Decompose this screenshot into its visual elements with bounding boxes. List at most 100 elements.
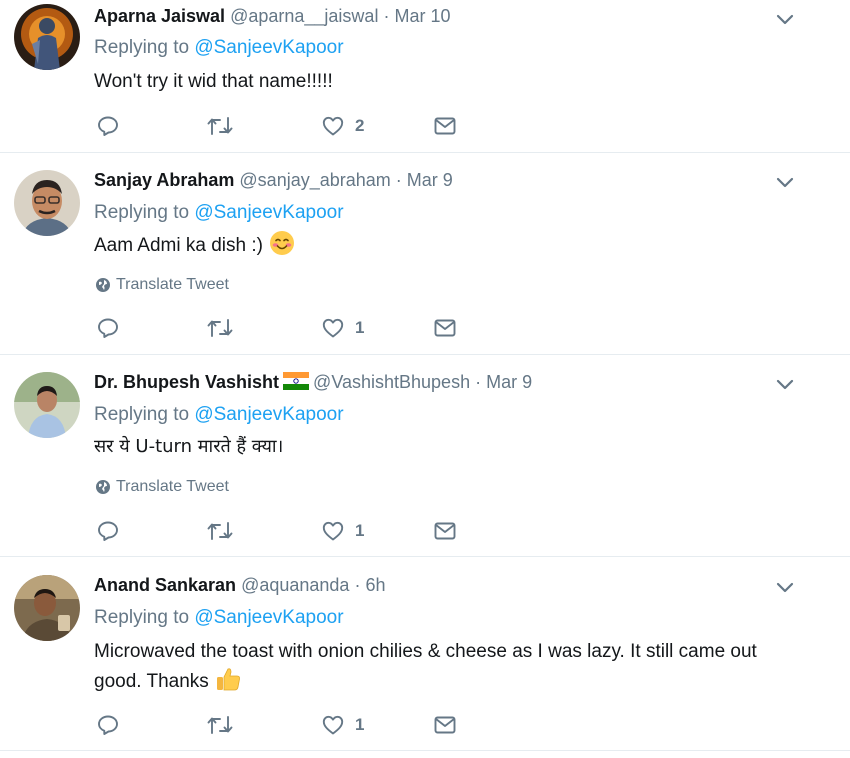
reply-button[interactable] bbox=[96, 314, 120, 342]
like-count: 2 bbox=[355, 116, 365, 135]
reply-icon bbox=[98, 318, 118, 338]
like-button[interactable]: 1 bbox=[321, 711, 364, 739]
separator-dot: · bbox=[354, 575, 361, 595]
timestamp[interactable]: Mar 9 bbox=[486, 372, 532, 392]
author-name[interactable]: Anand Sankaran bbox=[94, 575, 236, 595]
heart-icon bbox=[322, 318, 344, 338]
avatar[interactable] bbox=[14, 372, 80, 438]
tweet-actions: 1 bbox=[96, 314, 496, 342]
retweet-button[interactable] bbox=[206, 711, 234, 739]
envelope-icon bbox=[434, 319, 456, 337]
like-count: 1 bbox=[355, 521, 365, 540]
tweet-text: सर ये U-turn मारते हैं क्या। bbox=[94, 436, 284, 457]
avatar-deity-icon bbox=[14, 4, 80, 70]
tweet[interactable]: Anand Sankaran @aquananda · 6h Replying … bbox=[0, 557, 850, 751]
reply-icon bbox=[98, 116, 118, 136]
like-count: 1 bbox=[355, 318, 365, 337]
replying-to: Replying to @SanjeevKapoor bbox=[94, 604, 344, 632]
author-handle[interactable]: @aquananda bbox=[241, 575, 349, 595]
replying-to: Replying to @SanjeevKapoor bbox=[94, 34, 344, 62]
translate-tweet-link[interactable]: Translate Tweet bbox=[95, 274, 229, 296]
chevron-down-icon[interactable] bbox=[774, 373, 796, 395]
replying-to: Replying to @SanjeevKapoor bbox=[94, 199, 344, 227]
tweet-text-container: good. Thanks bbox=[94, 666, 814, 697]
like-button[interactable]: 1 bbox=[321, 517, 364, 545]
tweet-text-line: Microwaved the toast with onion chilies … bbox=[94, 641, 757, 662]
mention-link[interactable]: @SanjeevKapoor bbox=[194, 37, 343, 58]
retweet-button[interactable] bbox=[206, 314, 234, 342]
author-name[interactable]: Aparna Jaiswal bbox=[94, 6, 225, 26]
replying-label: Replying to bbox=[94, 607, 190, 628]
author-handle[interactable]: @VashishtBhupesh bbox=[313, 372, 470, 392]
tweet[interactable]: Dr. Bhupesh Vashisht @VashishtBhupesh · … bbox=[0, 355, 850, 557]
direct-message-button[interactable] bbox=[433, 314, 457, 342]
direct-message-button[interactable] bbox=[433, 517, 457, 545]
timestamp[interactable]: Mar 9 bbox=[407, 170, 453, 190]
tweet-actions: 1 bbox=[96, 711, 496, 739]
direct-message-button[interactable] bbox=[433, 711, 457, 739]
avatar-person-icon bbox=[14, 170, 80, 236]
avatar[interactable] bbox=[14, 170, 80, 236]
reply-icon bbox=[98, 715, 118, 735]
retweet-icon bbox=[207, 522, 233, 540]
retweet-button[interactable] bbox=[206, 112, 234, 140]
chevron-down-icon[interactable] bbox=[774, 576, 796, 598]
translate-label: Translate Tweet bbox=[116, 276, 229, 293]
reply-button[interactable] bbox=[96, 112, 120, 140]
direct-message-button[interactable] bbox=[433, 112, 457, 140]
envelope-icon bbox=[434, 522, 456, 540]
timestamp[interactable]: Mar 10 bbox=[394, 6, 450, 26]
tweet-text: Won't try it wid that name!!!!! bbox=[94, 71, 333, 92]
tweet[interactable]: Sanjay Abraham @sanjay_abraham · Mar 9 R… bbox=[0, 153, 850, 355]
mention-link[interactable]: @SanjeevKapoor bbox=[194, 202, 343, 223]
heart-icon bbox=[322, 715, 344, 735]
separator-dot: · bbox=[383, 6, 390, 26]
avatar-person-icon bbox=[14, 575, 80, 641]
like-button[interactable]: 2 bbox=[321, 112, 364, 140]
tweet-actions: 1 bbox=[96, 517, 496, 545]
retweet-button[interactable] bbox=[206, 517, 234, 545]
retweet-icon bbox=[207, 319, 233, 337]
replying-label: Replying to bbox=[94, 404, 190, 425]
author-handle[interactable]: @aparna__jaiswal bbox=[230, 6, 378, 26]
replying-label: Replying to bbox=[94, 37, 190, 58]
india-flag-icon bbox=[283, 372, 310, 390]
thumbs-up-icon bbox=[216, 668, 240, 691]
envelope-icon bbox=[434, 117, 456, 135]
envelope-icon bbox=[434, 716, 456, 734]
translate-label: Translate Tweet bbox=[116, 478, 229, 495]
smiling-face-icon bbox=[269, 231, 294, 255]
replying-to: Replying to @SanjeevKapoor bbox=[94, 401, 344, 429]
avatar-person-icon bbox=[14, 372, 80, 438]
tweet-text: Aam Admi ka dish :) bbox=[94, 235, 263, 256]
chevron-down-icon[interactable] bbox=[774, 171, 796, 193]
reply-button[interactable] bbox=[96, 711, 120, 739]
like-count: 1 bbox=[355, 715, 365, 734]
avatar[interactable] bbox=[14, 575, 80, 641]
retweet-icon bbox=[207, 716, 233, 734]
like-button[interactable]: 1 bbox=[321, 314, 364, 342]
retweet-icon bbox=[207, 117, 233, 135]
timestamp[interactable]: 6h bbox=[365, 575, 385, 595]
avatar[interactable] bbox=[14, 4, 80, 70]
author-handle[interactable]: @sanjay_abraham bbox=[239, 170, 390, 190]
reply-button[interactable] bbox=[96, 517, 120, 545]
globe-icon bbox=[96, 278, 110, 292]
author-name[interactable]: Sanjay Abraham bbox=[94, 170, 234, 190]
mention-link[interactable]: @SanjeevKapoor bbox=[194, 607, 343, 628]
heart-icon bbox=[322, 521, 344, 541]
separator-dot: · bbox=[475, 372, 482, 392]
tweet-actions: 2 bbox=[96, 112, 496, 140]
tweet-text-container: Aam Admi ka dish :) bbox=[94, 230, 814, 261]
chevron-down-icon[interactable] bbox=[774, 8, 796, 30]
separator-dot: · bbox=[395, 170, 402, 190]
translate-tweet-link[interactable]: Translate Tweet bbox=[95, 476, 229, 498]
reply-icon bbox=[98, 521, 118, 541]
author-name[interactable]: Dr. Bhupesh Vashisht bbox=[94, 372, 279, 392]
mention-link[interactable]: @SanjeevKapoor bbox=[194, 404, 343, 425]
globe-icon bbox=[96, 480, 110, 494]
tweet-text-line: good. Thanks bbox=[94, 671, 209, 692]
tweet[interactable]: Aparna Jaiswal @aparna__jaiswal · Mar 10… bbox=[0, 0, 850, 153]
replying-label: Replying to bbox=[94, 202, 190, 223]
heart-icon bbox=[322, 116, 344, 136]
